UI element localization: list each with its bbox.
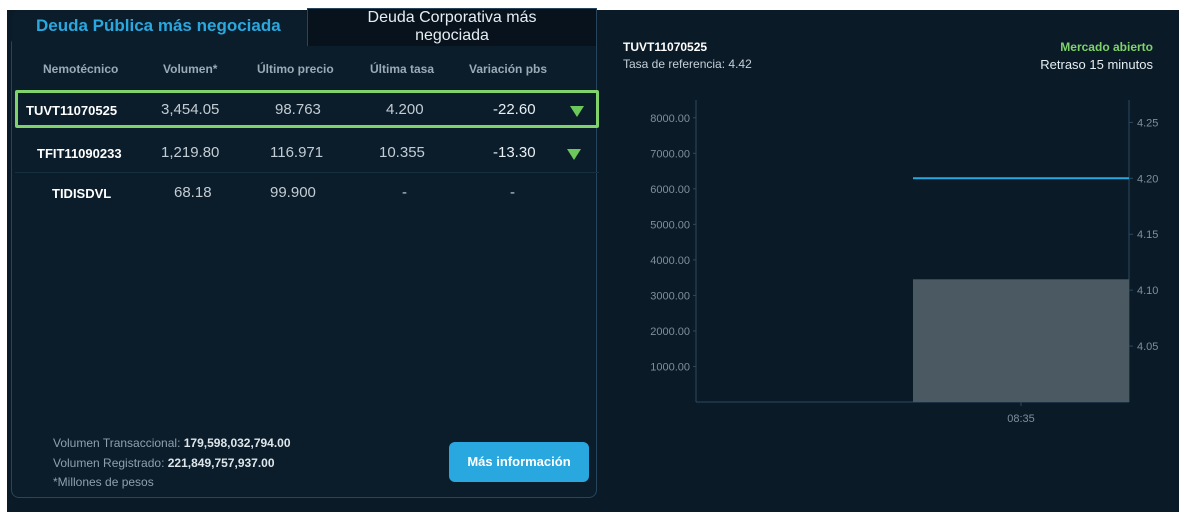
y-left-tick-label: 7000.00	[650, 148, 690, 160]
label: Volumen Transaccional:	[53, 436, 181, 450]
header-variacion[interactable]: Variación pbs	[469, 62, 547, 76]
cell-precio: 116.971	[270, 144, 324, 161]
cell-tasa: 10.355	[379, 144, 425, 161]
cell-volumen: 68.18	[174, 184, 212, 201]
cell-variacion: -	[510, 184, 515, 201]
market-widget: Deuda Pública más negociada Deuda Corpor…	[7, 8, 1179, 512]
cell-precio: 98.763	[275, 101, 321, 118]
volumen-registrado: Volumen Registrado: 221,849,757,937.00	[53, 456, 275, 470]
x-tick-label: 08:35	[1007, 413, 1035, 425]
y-right-tick-label: 4.05	[1137, 341, 1158, 353]
table-row[interactable]: TIDISDVL 68.18 99.900 - -	[15, 174, 599, 212]
y-right-tick-label: 4.10	[1137, 285, 1158, 297]
trend-down-icon	[570, 106, 584, 117]
tab-deuda-publica[interactable]: Deuda Pública más negociada	[12, 10, 307, 48]
value: 179,598,032,794.00	[183, 436, 291, 450]
value: 221,849,757,937.00	[167, 456, 275, 470]
y-right-tick-label: 4.25	[1137, 117, 1158, 129]
y-left-tick-label: 2000.00	[650, 326, 690, 338]
delay-notice: Retraso 15 minutos	[1040, 57, 1153, 72]
cell-variacion: -13.30	[493, 144, 536, 161]
table-row-selected[interactable]: TUVT11070525 3,454.05 98.763 4.200 -22.6…	[15, 90, 599, 128]
tab-label-line2: negociada	[415, 27, 489, 44]
header-volumen[interactable]: Volumen*	[163, 62, 217, 76]
label: Volumen Registrado:	[53, 456, 165, 470]
y-left-tick-label: 5000.00	[650, 219, 690, 231]
cell-volumen: 3,454.05	[161, 101, 220, 118]
y-left-tick-label: 1000.00	[650, 361, 690, 373]
volumen-transaccional: Volumen Transaccional: 179,598,032,794.0…	[53, 436, 291, 450]
cell-tasa: 4.200	[386, 101, 424, 118]
cell-nemotecnico: TIDISDVL	[52, 186, 112, 201]
cell-nemotecnico: TUVT11070525	[26, 103, 118, 118]
trend-down-icon	[567, 149, 581, 160]
y-left-tick-label: 8000.00	[650, 113, 690, 125]
y-right-tick-label: 4.15	[1137, 229, 1158, 241]
cell-tasa: -	[402, 184, 407, 201]
row-divider	[15, 172, 599, 173]
tab-label-line1: Deuda Corporativa más	[367, 9, 537, 26]
chart-title: TUVT11070525	[623, 40, 708, 54]
chart-subtitle: Tasa de referencia: 4.42	[623, 57, 752, 71]
header-ultimo-precio[interactable]: Último precio	[257, 62, 334, 76]
tab-deuda-corporativa[interactable]: Deuda Corporativa más negociada	[307, 8, 597, 46]
y-left-tick-label: 6000.00	[650, 184, 690, 196]
chart: 8000.00 7000.00 6000.00 5000.00 4000.00 3000.…	[650, 100, 1158, 425]
market-status: Mercado abierto	[1060, 40, 1153, 54]
cell-nemotecnico: TFIT11090233	[37, 146, 122, 161]
cell-precio: 99.900	[270, 184, 316, 201]
volume-bar	[913, 279, 1129, 402]
y-left-tick-label: 3000.00	[650, 290, 690, 302]
mas-informacion-button[interactable]: Más información	[449, 442, 589, 482]
cell-variacion: -22.60	[493, 101, 536, 118]
table-row[interactable]: TFIT11090233 1,219.80 116.971 10.355 -13…	[15, 134, 599, 172]
header-ultima-tasa[interactable]: Última tasa	[370, 62, 434, 76]
header-nemotecnico[interactable]: Nemotécnico	[43, 62, 118, 76]
y-left-tick-label: 4000.00	[650, 255, 690, 267]
footnote: *Millones de pesos	[53, 475, 154, 489]
cell-volumen: 1,219.80	[161, 144, 220, 161]
y-right-tick-label: 4.20	[1137, 173, 1158, 185]
